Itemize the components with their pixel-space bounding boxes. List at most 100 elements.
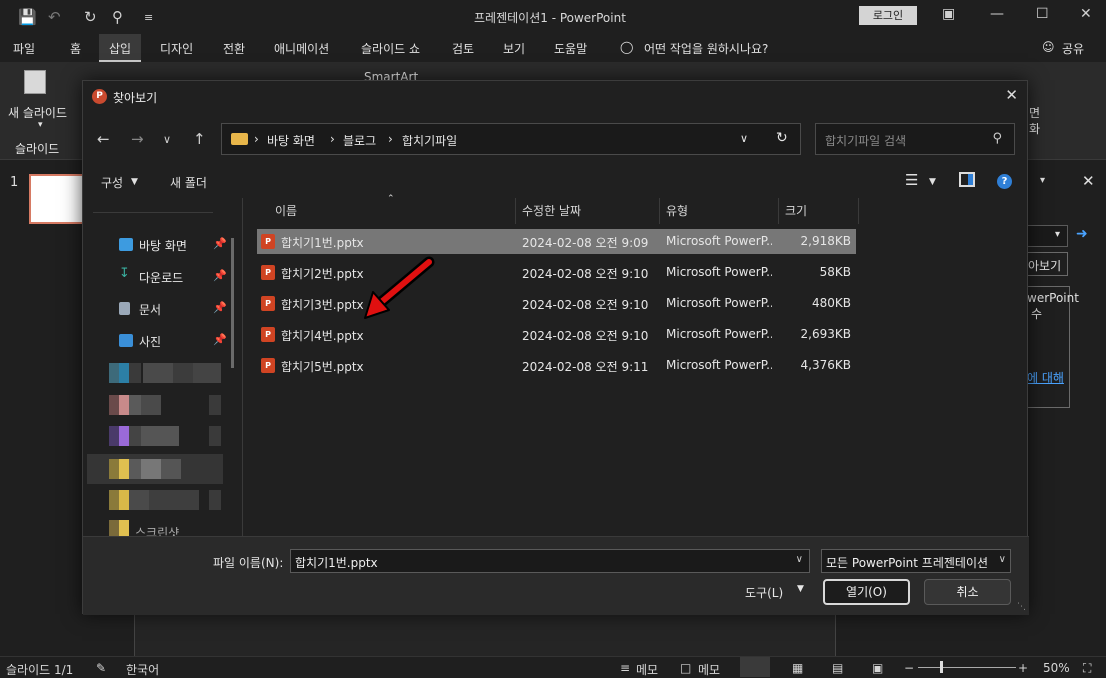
- pane-dropdown[interactable]: ▾: [1026, 225, 1068, 247]
- close-app-icon[interactable]: ✕: [1080, 6, 1092, 22]
- pane-browse-button[interactable]: 아보기: [1026, 252, 1068, 276]
- column-size[interactable]: 크기: [785, 202, 807, 219]
- language-indicator[interactable]: 한국어: [126, 661, 159, 678]
- present-icon[interactable]: ⚲: [112, 8, 123, 26]
- file-row[interactable]: P 합치기1번.pptx 2024-02-08 오전 9:09 Microsof…: [257, 229, 856, 254]
- tell-me-search[interactable]: 어떤 작업을 원하시나요?: [644, 40, 768, 57]
- filetype-select[interactable]: 모든 PowerPoint 프레젠테이션 ∨: [821, 549, 1011, 573]
- normal-view-icon[interactable]: [740, 657, 770, 677]
- filename-dropdown-icon[interactable]: ∨: [796, 554, 803, 565]
- column-date[interactable]: 수정한 날짜: [522, 202, 581, 219]
- preview-pane-icon[interactable]: [959, 172, 975, 187]
- slide-sorter-icon[interactable]: ▦: [792, 661, 803, 675]
- fit-slide-icon[interactable]: ⛶: [1083, 661, 1091, 676]
- notes-button[interactable]: 메모: [636, 661, 658, 678]
- nav-item-blurred[interactable]: [109, 490, 221, 510]
- column-type[interactable]: 유형: [666, 202, 688, 219]
- forward-icon[interactable]: →: [131, 130, 144, 148]
- recent-locations-icon[interactable]: ∨: [163, 133, 171, 146]
- comments-icon[interactable]: □: [680, 661, 691, 675]
- filetype-dropdown-icon[interactable]: ∨: [999, 554, 1006, 565]
- nav-item-blurred[interactable]: [109, 395, 221, 415]
- ribbon-display-icon[interactable]: ▣: [942, 6, 955, 22]
- zoom-slider-thumb[interactable]: [940, 661, 943, 673]
- maximize-icon[interactable]: ☐: [1036, 6, 1049, 22]
- back-icon[interactable]: ←: [97, 130, 110, 148]
- address-dropdown-icon[interactable]: ∨: [740, 132, 748, 145]
- breadcrumb-separator-icon[interactable]: ›: [388, 132, 393, 146]
- new-folder-button[interactable]: 새 폴더: [170, 174, 207, 191]
- pane-close-icon[interactable]: ✕: [1082, 172, 1095, 190]
- breadcrumb-blog[interactable]: 블로그: [343, 132, 376, 149]
- address-bar[interactable]: › 바탕 화면 › 블로그 › 합치기파일 ∨ ↻: [221, 123, 801, 155]
- pane-options-icon[interactable]: ▾: [1040, 175, 1045, 186]
- zoom-level[interactable]: 50%: [1043, 661, 1070, 675]
- resize-grip-icon[interactable]: ⋱: [1017, 602, 1026, 612]
- help-icon[interactable]: ?: [997, 174, 1012, 189]
- open-button[interactable]: 열기(O): [823, 579, 910, 605]
- notes-icon[interactable]: ≡: [620, 661, 630, 675]
- nav-item-blurred[interactable]: [109, 459, 221, 479]
- pin-icon[interactable]: 📌: [213, 269, 227, 282]
- breadcrumb-separator-icon[interactable]: ›: [330, 132, 335, 146]
- new-slide-button[interactable]: 새 슬라이드: [8, 104, 67, 121]
- nav-item-documents[interactable]: 문서 📌: [117, 297, 227, 321]
- tab-animations[interactable]: 애니메이션: [274, 40, 329, 57]
- file-row[interactable]: P 합치기3번.pptx 2024-02-08 오전 9:10 Microsof…: [257, 291, 856, 316]
- tools-button[interactable]: 도구(L): [745, 584, 783, 601]
- cancel-button[interactable]: 취소: [924, 579, 1011, 605]
- tab-review[interactable]: 검토: [452, 40, 474, 57]
- nav-item-desktop[interactable]: 바탕 화면 📌: [117, 233, 227, 257]
- pin-icon[interactable]: 📌: [213, 333, 227, 346]
- zoom-in-icon[interactable]: +: [1018, 661, 1028, 675]
- redo-icon[interactable]: ↻: [84, 8, 97, 26]
- nav-item-downloads[interactable]: ↧ 다운로드 📌: [117, 265, 227, 289]
- search-icon[interactable]: ⚲: [992, 131, 1002, 146]
- nav-item-pictures[interactable]: 사진 📌: [117, 329, 227, 353]
- tab-help[interactable]: 도움말: [554, 40, 587, 57]
- tab-home[interactable]: 홈: [70, 40, 81, 57]
- organize-button[interactable]: 구성: [101, 174, 123, 191]
- breadcrumb-desktop[interactable]: 바탕 화면: [267, 132, 315, 149]
- tab-slideshow[interactable]: 슬라이드 쇼: [361, 40, 420, 57]
- filename-input[interactable]: 합치기1번.pptx ∨: [290, 549, 810, 573]
- comments-button[interactable]: 메모: [698, 661, 720, 678]
- share-button[interactable]: 공유: [1062, 40, 1084, 57]
- undo-icon[interactable]: ↶: [48, 8, 61, 26]
- slideshow-view-icon[interactable]: ▣: [872, 661, 883, 675]
- nav-scrollbar[interactable]: [231, 238, 234, 368]
- up-folder-icon[interactable]: ↑: [193, 130, 206, 148]
- refresh-icon[interactable]: ↻: [776, 130, 788, 146]
- minimize-icon[interactable]: —: [990, 6, 1004, 22]
- view-dropdown-icon[interactable]: ▼: [929, 177, 936, 187]
- new-slide-dropdown-icon[interactable]: ▾: [38, 120, 43, 130]
- nav-item-blurred[interactable]: [109, 426, 221, 446]
- tools-dropdown-icon[interactable]: ▼: [797, 584, 804, 594]
- column-name[interactable]: 이름: [275, 202, 297, 219]
- arrow-right-icon[interactable]: ➜: [1076, 226, 1088, 242]
- login-button[interactable]: 로그인: [859, 6, 917, 25]
- nav-item-blurred[interactable]: [109, 363, 221, 383]
- search-box[interactable]: 합치기파일 검색 ⚲: [815, 123, 1015, 155]
- new-slide-icon[interactable]: [24, 70, 46, 94]
- tab-design[interactable]: 디자인: [160, 40, 193, 57]
- zoom-slider[interactable]: [918, 667, 1016, 668]
- pin-icon[interactable]: 📌: [213, 237, 227, 250]
- breadcrumb-separator-icon[interactable]: ›: [254, 132, 259, 146]
- pane-learn-more-link[interactable]: 에 대해: [1027, 369, 1064, 386]
- dialog-close-icon[interactable]: ✕: [1005, 86, 1018, 104]
- organize-dropdown-icon[interactable]: ▼: [131, 177, 138, 187]
- view-options-icon[interactable]: ☰: [905, 171, 918, 189]
- tab-transitions[interactable]: 전환: [223, 40, 245, 57]
- file-row[interactable]: P 합치기5번.pptx 2024-02-08 오전 9:11 Microsof…: [257, 353, 856, 378]
- customize-qat-icon[interactable]: ≡: [144, 11, 153, 24]
- nav-item-screenshots[interactable]: 스크린샷: [109, 520, 221, 536]
- file-row[interactable]: P 합치기2번.pptx 2024-02-08 오전 9:10 Microsof…: [257, 260, 856, 285]
- tab-insert[interactable]: 삽입: [99, 34, 142, 62]
- zoom-out-icon[interactable]: −: [904, 661, 914, 675]
- tab-view[interactable]: 보기: [503, 40, 525, 57]
- breadcrumb-merge-folder[interactable]: 합치기파일: [402, 132, 457, 149]
- reading-view-icon[interactable]: ▤: [832, 661, 843, 675]
- tab-file[interactable]: 파일: [13, 40, 35, 57]
- file-row[interactable]: P 합치기4번.pptx 2024-02-08 오전 9:10 Microsof…: [257, 322, 856, 347]
